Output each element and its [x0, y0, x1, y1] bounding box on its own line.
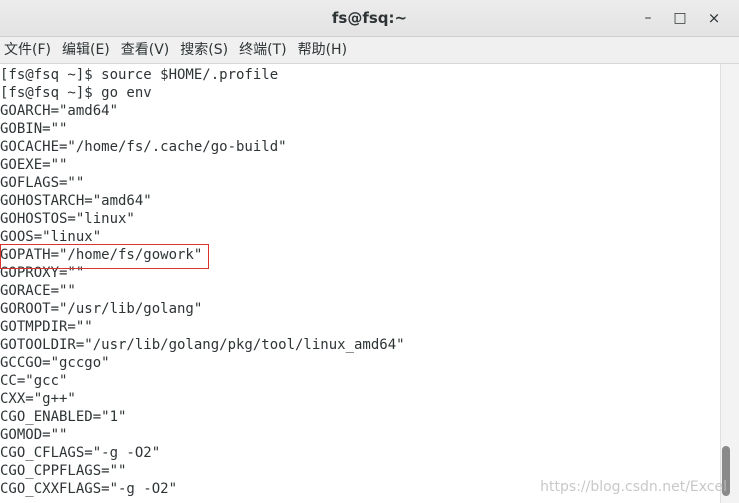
terminal-window: fs@fsq:~ – □ × 文件(F) 编辑(E) 查看(V) 搜索(S) 终… — [0, 0, 739, 503]
terminal-line: GCCGO="gccgo" — [0, 355, 110, 371]
minimize-button[interactable]: – — [638, 8, 658, 28]
terminal-line: [fs@fsq ~]$ go env — [0, 85, 152, 101]
terminal-line: GOPROXY="" — [0, 265, 85, 281]
terminal-line: GOBIN="" — [0, 121, 68, 137]
menu-edit[interactable]: 编辑(E) — [57, 37, 115, 63]
terminal-line: GOHOSTOS="linux" — [0, 211, 135, 227]
terminal-line: CC="gcc" — [0, 373, 68, 389]
menu-help[interactable]: 帮助(H) — [293, 37, 352, 63]
menu-file[interactable]: 文件(F) — [0, 37, 56, 63]
terminal-line: GOMOD="" — [0, 427, 68, 443]
menu-terminal[interactable]: 终端(T) — [234, 37, 291, 63]
terminal-line: CGO_CXXFLAGS="-g -O2" — [0, 481, 178, 497]
terminal-line: GOCACHE="/home/fs/.cache/go-build" — [0, 139, 287, 155]
menu-search[interactable]: 搜索(S) — [175, 37, 233, 63]
terminal-line: GOTOOLDIR="/usr/lib/golang/pkg/tool/linu… — [0, 337, 405, 353]
terminal-line: GOARCH="amd64" — [0, 103, 119, 119]
terminal-output[interactable]: [fs@fsq ~]$ source $HOME/.profile [fs@fs… — [0, 64, 720, 503]
terminal-line: GOFLAGS="" — [0, 175, 85, 191]
terminal-line: CGO_CFLAGS="-g -O2" — [0, 445, 161, 461]
vertical-scrollbar[interactable] — [720, 64, 739, 503]
terminal-line: GOHOSTARCH="amd64" — [0, 193, 152, 209]
terminal-line: GOTMPDIR="" — [0, 319, 93, 335]
terminal-line: GORACE="" — [0, 283, 76, 299]
terminal-line: CGO_CPPFLAGS="" — [0, 463, 127, 479]
terminal-line: CGO_ENABLED="1" — [0, 409, 127, 425]
window-title: fs@fsq:~ — [331, 9, 408, 27]
terminal-line: GOOS="linux" — [0, 229, 102, 245]
close-button[interactable]: × — [704, 8, 724, 28]
maximize-button[interactable]: □ — [670, 8, 690, 28]
menu-bar: 文件(F) 编辑(E) 查看(V) 搜索(S) 终端(T) 帮助(H) — [0, 37, 739, 64]
title-bar[interactable]: fs@fsq:~ – □ × — [0, 0, 739, 37]
terminal-line: CXX="g++" — [0, 391, 76, 407]
terminal-line-gopath: GOPATH="/home/fs/gowork" — [0, 247, 203, 263]
menu-view[interactable]: 查看(V) — [116, 37, 175, 63]
terminal-line: GOEXE="" — [0, 157, 68, 173]
watermark-text: https://blog.csdn.net/Excel — [540, 479, 727, 495]
terminal-line: [fs@fsq ~]$ source $HOME/.profile — [0, 67, 279, 83]
terminal-line: GOROOT="/usr/lib/golang" — [0, 301, 203, 317]
